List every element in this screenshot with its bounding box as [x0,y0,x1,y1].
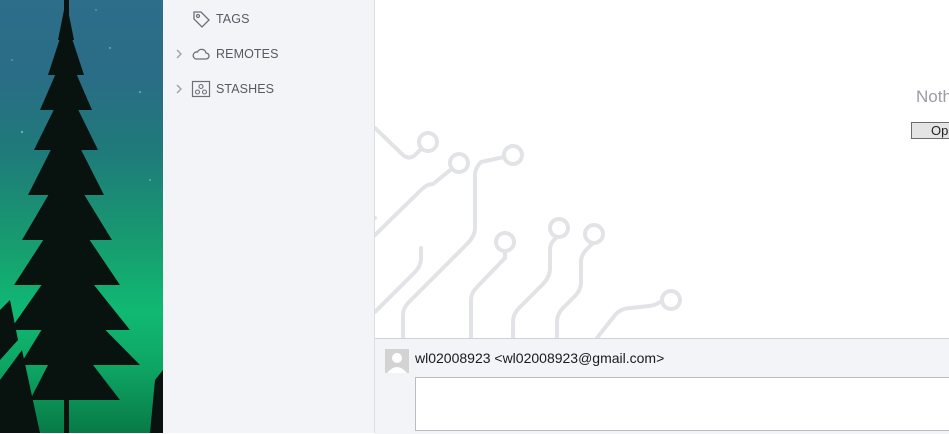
cloud-icon [191,44,211,64]
open-button[interactable]: Op [911,122,949,139]
sidebar-item-label: REMOTES [216,47,279,61]
user-silhouette-icon [385,349,409,373]
pine-tree-silhouette [0,0,163,433]
sidebar-item-label: TAGS [216,12,250,26]
commit-message-input[interactable] [415,377,949,431]
stash-icon [191,79,211,99]
chevron-right-icon[interactable] [174,49,184,59]
sidebar: TAGS REMOTES STASHES [163,0,375,433]
commit-author: wl02008923 <wl02008923@gmail.com> [415,350,665,366]
commit-panel: wl02008923 <wl02008923@gmail.com> [375,338,949,434]
sidebar-item-stashes[interactable]: STASHES [163,75,374,103]
sidebar-item-label: STASHES [216,82,275,96]
empty-state-text: Noth [916,87,949,106]
main-panel: Noth Op [375,0,949,338]
desktop-wallpaper [0,0,163,433]
sidebar-item-tags[interactable]: TAGS [163,5,374,33]
chevron-right-icon[interactable] [174,84,184,94]
tag-icon [191,9,211,29]
circuit-background-decoration [375,126,682,338]
sidebar-item-remotes[interactable]: REMOTES [163,40,374,68]
avatar [385,349,409,373]
